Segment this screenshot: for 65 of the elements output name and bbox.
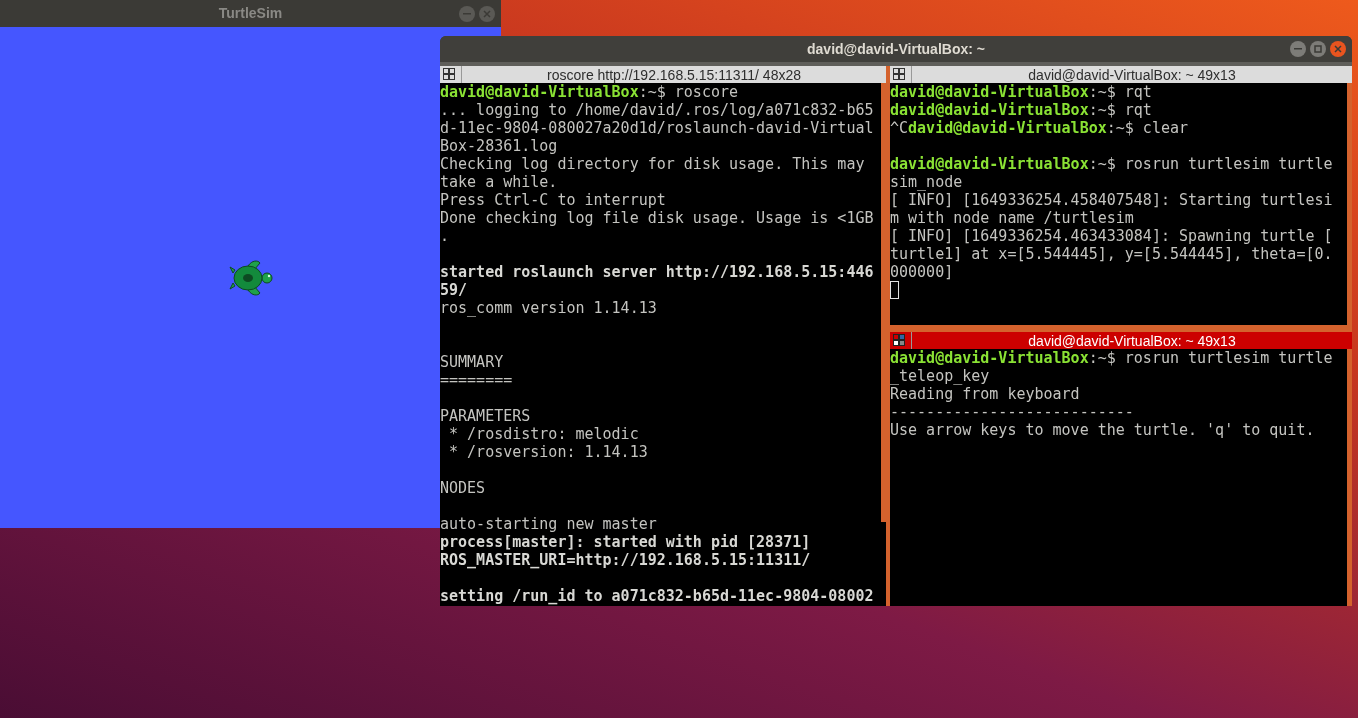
minimize-icon (1294, 48, 1302, 50)
terminal-line: ros_comm version 1.14.13 (440, 299, 658, 317)
terminal-line: _teleop_key (890, 367, 991, 385)
maximize-button[interactable] (1310, 41, 1326, 57)
terminal-line: setting /run_id to a071c832-b65d-11ec-9804-08002 (440, 587, 875, 605)
pane-title: roscore http://192.168.5.15:11311/ 48x28 (546, 66, 802, 83)
terminal-line: ======== (440, 371, 514, 389)
minimize-button[interactable] (1290, 41, 1306, 57)
terminal-line: 000000] (890, 263, 955, 281)
terminal-line: ... logging to /home/david/.ros/log/a071c832-b65 (440, 101, 875, 119)
terminal-line: david@david-VirtualBox:~$ rosrun turtlesim turtle (890, 349, 1334, 367)
window-title: david@david-VirtualBox: ~ (807, 39, 985, 59)
terminal-line: Reading from keyboard (890, 385, 1081, 403)
terminal-pane[interactable] (890, 83, 1352, 325)
terminal-line: david@david-VirtualBox:~$ rqt (890, 101, 1153, 119)
terminal-line: Box-28361.log (440, 137, 559, 155)
terminal-pane[interactable]: david@david-VirtualBox:~$ rosrun turtlesim turtle _teleop_key Reading from keyboard --------------------------- Use arrow keys to move the turtle. 'q' to quit. (890, 349, 1352, 606)
terminal-line: david@david-VirtualBox:~$ rosrun turtlesim turtle (890, 155, 1334, 173)
close-icon (1334, 45, 1342, 53)
terminal-line: david@david-VirtualBox:~$ rqt (890, 83, 1153, 101)
close-button[interactable] (479, 5, 495, 22)
window-title: TurtleSim (218, 4, 283, 23)
terminal-line: process[master]: started with pid [28371] (440, 533, 812, 551)
pane-header[interactable]: david@david-VirtualBox: ~ 49x13 (890, 66, 1352, 83)
pane-header[interactable]: david@david-VirtualBox: ~ 49x13 (890, 332, 1352, 349)
terminal-line: started roslaunch server http://192.168.5.15:446 (440, 263, 875, 281)
close-button[interactable] (1330, 41, 1346, 57)
terminal-line: m with node name /turtlesim (890, 209, 1135, 227)
turtle-drawing (228, 258, 274, 298)
terminal-line: --------------------------- (890, 403, 1135, 421)
terminal-line: ^Cdavid@david-VirtualBox:~$ clear (890, 119, 1190, 137)
terminal-line: Checking log directory for disk usage. This may (440, 155, 866, 173)
scrollbar[interactable] (1347, 83, 1352, 325)
terminal-line: SUMMARY (440, 353, 505, 371)
grid-icon[interactable] (893, 68, 906, 81)
terminal-line: . (440, 227, 451, 245)
maximize-icon (1314, 45, 1322, 53)
pane-title: david@david-VirtualBox: ~ 49x13 (1027, 66, 1237, 83)
terminal-line: * /rosversion: 1.14.13 (448, 443, 649, 461)
terminal-line: * /rosdistro: melodic (448, 425, 640, 443)
terminal-line: NODES (440, 479, 487, 497)
terminal-line: [ INFO] [1649336254.463433084]: Spawning turtle [ (890, 227, 1334, 245)
pane-title: david@david-VirtualBox: ~ 49x13 (1027, 332, 1237, 349)
text-cursor (890, 281, 899, 299)
terminal-line: david@david-VirtualBox:~$ roscore (440, 83, 740, 101)
pane-header[interactable]: roscore http://192.168.5.15:11311/ 48x28 (440, 66, 886, 83)
terminal-line: take a while. (440, 173, 559, 191)
close-icon (483, 9, 491, 18)
scrollbar[interactable] (1347, 349, 1352, 606)
minimize-button[interactable] (459, 5, 475, 22)
terminal-line: sim_node (890, 173, 964, 191)
terminal-line: Use arrow keys to move the turtle. 'q' to quit. (890, 421, 1316, 439)
terminal-pane[interactable] (440, 83, 886, 606)
grid-icon[interactable] (893, 334, 906, 347)
terminal-line: PARAMETERS (440, 407, 532, 425)
terminal-line: [ INFO] [1649336254.458407548]: Starting turtlesi (890, 191, 1334, 209)
terminal-line: d-11ec-9804-080027a20d1d/roslaunch-david-Virtual (440, 119, 875, 137)
terminal-line: Done checking log file disk usage. Usage is <1GB (440, 209, 875, 227)
grid-icon[interactable] (443, 68, 456, 81)
terminal-line: Press Ctrl-C to interrupt (440, 191, 667, 209)
terminal-line: ROS_MASTER_URI=http://192.168.5.15:11311/ (440, 551, 812, 569)
scrollbar[interactable] (881, 83, 886, 523)
terminal-line: turtle1] at x=[5.544445], y=[5.544445], theta=[0. (890, 245, 1334, 263)
terminal-line: 59/ (440, 281, 469, 299)
terminal-line: auto-starting new master (440, 515, 658, 533)
